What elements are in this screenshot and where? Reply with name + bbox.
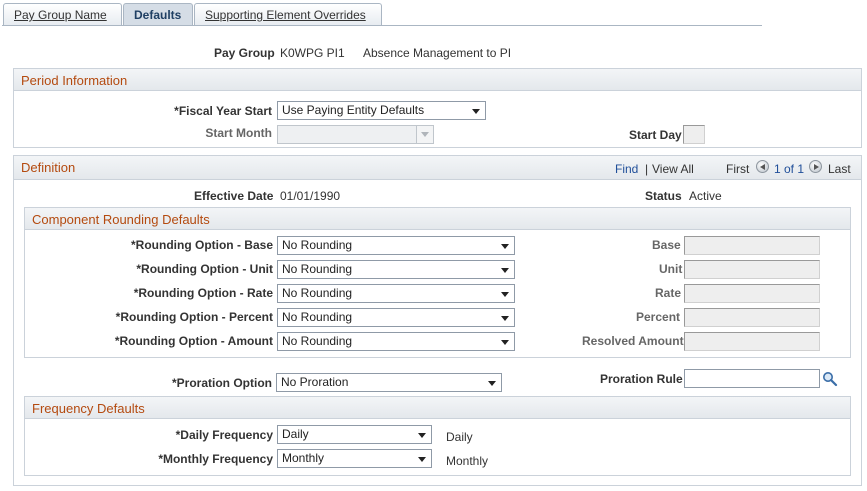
row-range: 1 of 1 (774, 162, 805, 176)
next-row-button[interactable] (809, 160, 822, 173)
start-day-field[interactable] (683, 125, 705, 144)
rounding-option-base-label: *Rounding Option - Base (131, 238, 273, 252)
rounding-option-percent-label: *Rounding Option - Percent (115, 310, 273, 324)
unit-label: Unit (659, 262, 683, 276)
tab-defaults[interactable]: Defaults (123, 3, 193, 26)
last-label: Last (828, 162, 851, 176)
tab-label: Supporting Element Overrides (205, 8, 366, 22)
start-month-select[interactable] (277, 125, 434, 144)
pay-group-code: K0WPG PI1 (280, 46, 345, 60)
rounding-option-rate-label: *Rounding Option - Rate (133, 286, 273, 300)
rounding-option-base-select[interactable]: No Rounding (277, 236, 515, 255)
start-day-label: Start Day (629, 128, 682, 142)
group-header: Component Rounding Defaults (25, 208, 850, 230)
chevron-down-icon (501, 244, 509, 249)
first-label: First (726, 162, 750, 176)
group-title: Frequency Defaults (32, 401, 145, 416)
chevron-down-icon (501, 340, 509, 345)
daily-frequency-label: *Daily Frequency (175, 428, 273, 442)
unit-field[interactable] (684, 260, 820, 279)
proration-rule-field[interactable] (684, 369, 820, 388)
pay-group-label: Pay Group (214, 46, 275, 60)
select-value: Use Paying Entity Defaults (282, 103, 425, 117)
chevron-right-icon (814, 164, 819, 170)
select-value: Daily (282, 427, 309, 441)
chevron-left-icon (760, 164, 765, 170)
group-header: Period Information (14, 69, 861, 91)
group-title: Definition (21, 160, 76, 175)
daily-frequency-description: Daily (446, 430, 473, 444)
rounding-option-percent-select[interactable]: No Rounding (277, 308, 515, 327)
status-value: Active (689, 189, 722, 203)
select-value: No Rounding (282, 334, 353, 348)
percent-field[interactable] (684, 308, 820, 327)
select-value: No Rounding (282, 238, 353, 252)
effective-date-value: 01/01/1990 (280, 189, 341, 203)
nav-separator: | (645, 162, 649, 176)
status-label: Status (645, 189, 682, 203)
find-link[interactable]: Find (615, 162, 638, 176)
search-icon[interactable] (822, 371, 838, 387)
rounding-option-amount-label: *Rounding Option - Amount (114, 334, 273, 348)
percent-label: Percent (636, 310, 681, 324)
proration-option-label: *Proration Option (172, 376, 272, 390)
select-value: No Rounding (282, 286, 353, 300)
chevron-down-icon (418, 457, 426, 462)
rounding-option-unit-select[interactable]: No Rounding (277, 260, 515, 279)
rate-label: Rate (655, 286, 682, 300)
fiscal-year-start-select[interactable]: Use Paying Entity Defaults (277, 101, 486, 120)
base-label: Base (652, 238, 681, 252)
chevron-down-icon (418, 433, 426, 438)
select-value: No Rounding (282, 262, 353, 276)
chevron-down-icon (421, 132, 429, 137)
resolved-amount-label: Resolved Amount (582, 334, 684, 348)
fiscal-year-start-label: *Fiscal Year Start (174, 104, 272, 118)
tab-label: Defaults (134, 8, 182, 22)
resolved-amount-field[interactable] (684, 332, 820, 351)
rounding-option-rate-select[interactable]: No Rounding (277, 284, 515, 303)
rounding-option-unit-label: *Rounding Option - Unit (136, 262, 273, 276)
proration-option-select[interactable]: No Proration (276, 373, 502, 392)
select-value: No Rounding (282, 310, 353, 324)
chevron-down-icon (501, 316, 509, 321)
tab-label: Pay Group Name (14, 8, 107, 22)
group-header: Frequency Defaults (25, 397, 850, 419)
chevron-down-icon (501, 268, 509, 273)
daily-frequency-select[interactable]: Daily (277, 425, 432, 444)
rounding-option-amount-select[interactable]: No Rounding (277, 332, 515, 351)
tab-divider (2, 25, 762, 26)
select-value: No Proration (281, 375, 349, 389)
tab-pay-group-name[interactable]: Pay Group Name (3, 3, 122, 26)
pay-group-description: Absence Management to PI (363, 46, 512, 60)
effective-date-label: Effective Date (194, 189, 274, 203)
base-field[interactable] (684, 236, 820, 255)
monthly-frequency-select[interactable]: Monthly (277, 449, 432, 468)
group-title: Period Information (21, 73, 128, 88)
proration-rule-label: Proration Rule (600, 372, 683, 386)
chevron-down-icon (472, 109, 480, 114)
previous-row-button[interactable] (756, 160, 769, 173)
monthly-frequency-label: *Monthly Frequency (158, 452, 273, 466)
start-month-label: Start Month (205, 126, 272, 140)
group-title: Component Rounding Defaults (32, 212, 210, 227)
chevron-down-icon (488, 381, 496, 386)
chevron-down-icon (501, 292, 509, 297)
tab-supporting-element-overrides[interactable]: Supporting Element Overrides (194, 3, 382, 26)
view-all-link[interactable]: View All (652, 162, 694, 176)
select-value: Monthly (282, 451, 325, 465)
monthly-frequency-description: Monthly (446, 454, 489, 468)
rate-field[interactable] (684, 284, 820, 303)
